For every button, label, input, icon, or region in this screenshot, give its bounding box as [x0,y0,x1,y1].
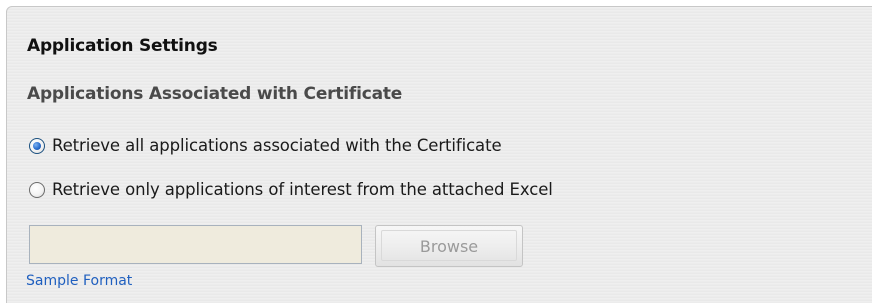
radio-label-retrieve-all: Retrieve all applications associated wit… [52,136,502,155]
browse-button-label: Browse [419,236,479,256]
radio-label-retrieve-excel: Retrieve only applications of interest f… [52,180,553,199]
panel-title: Application Settings [27,36,218,56]
radio-selected-icon[interactable] [29,137,45,154]
excel-file-path-input[interactable] [29,225,362,264]
radio-dot [33,141,41,150]
radio-unselected-icon[interactable] [29,181,45,198]
section-title: Applications Associated with Certificate [27,84,403,104]
radio-option-retrieve-all[interactable]: Retrieve all applications associated wit… [29,136,502,155]
browse-button[interactable]: Browse [375,225,523,267]
canvas: Application Settings Applications Associ… [0,0,872,303]
sample-format-link[interactable]: Sample Format [26,273,132,289]
radio-option-retrieve-excel[interactable]: Retrieve only applications of interest f… [29,180,553,199]
